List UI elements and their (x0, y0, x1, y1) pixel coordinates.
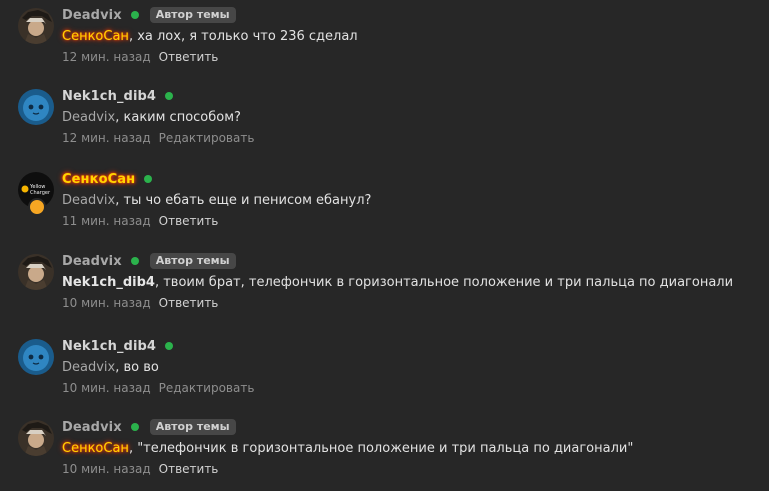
comment-text: СенкоСан, "телефончик в горизонтальное п… (62, 441, 769, 457)
comment-author[interactable]: Deadvix (62, 8, 122, 23)
comment-time[interactable]: 11 мин. назад (62, 214, 151, 228)
mention-link[interactable]: СенкоСан (62, 441, 129, 456)
user-award-icon (28, 198, 46, 216)
online-indicator (130, 257, 139, 265)
reply-button[interactable]: Ответить (159, 214, 219, 228)
avatar[interactable] (18, 8, 54, 44)
avatar[interactable] (18, 339, 54, 375)
comment-message: , ты чо ебать еще и пенисом ебанул? (115, 193, 372, 208)
avatar[interactable] (18, 420, 54, 456)
comment-time[interactable]: 12 мин. назад (62, 131, 151, 145)
comment-author[interactable]: Nek1ch_dib4 (62, 89, 156, 104)
comment-text: СенкоСан, ха лох, я только что 236 сдела… (62, 29, 769, 45)
mention-link[interactable]: Deadvix (62, 360, 115, 375)
edit-button[interactable]: Редактировать (159, 381, 255, 395)
comment-time[interactable]: 10 мин. назад (62, 296, 151, 310)
comment-text: Deadvix, ты чо ебать еще и пенисом ебану… (62, 193, 769, 209)
online-indicator (144, 175, 153, 183)
reply-button[interactable]: Ответить (159, 462, 219, 476)
comment-time[interactable]: 10 мин. назад (62, 462, 151, 476)
comment-message: , каким способом? (115, 110, 241, 125)
edit-button[interactable]: Редактировать (159, 131, 255, 145)
reply-button[interactable]: Ответить (159, 50, 219, 64)
comment-time[interactable]: 10 мин. назад (62, 381, 151, 395)
reply-button[interactable]: Ответить (159, 296, 219, 310)
comment-message: , во во (115, 360, 159, 375)
comment-thread: Deadvix Автор темы СенкоСан, ха лох, я т… (0, 0, 769, 491)
mention-link[interactable]: СенкоСан (62, 29, 129, 44)
mention-link[interactable]: Deadvix (62, 193, 115, 208)
comment-author[interactable]: СенкоСан (62, 172, 135, 187)
comment-time[interactable]: 12 мин. назад (62, 50, 151, 64)
mention-link[interactable]: Nek1ch_dib4 (62, 275, 155, 290)
avatar[interactable] (18, 254, 54, 290)
online-indicator (130, 11, 139, 19)
avatar-logo-line2: Charger (30, 190, 51, 196)
mention-link[interactable]: Deadvix (62, 110, 115, 125)
comment-author[interactable]: Nek1ch_dib4 (62, 339, 156, 354)
online-indicator (165, 92, 174, 100)
comment-text: Deadvix, каким способом? (62, 110, 769, 126)
avatar[interactable] (18, 89, 54, 125)
online-indicator (130, 423, 139, 431)
online-indicator (165, 342, 174, 350)
comment-message: , ха лох, я только что 236 сделал (128, 29, 358, 44)
comment-author[interactable]: Deadvix (62, 254, 122, 269)
comment-text: Deadvix, во во (62, 360, 769, 376)
topic-author-badge: Автор темы (149, 419, 236, 435)
comment-text: Nek1ch_dib4, твоим брат, телефончик в го… (62, 275, 769, 291)
comment-author[interactable]: Deadvix (62, 420, 122, 435)
topic-author-badge: Автор темы (149, 7, 236, 23)
comment-message: , "телефончик в горизонтальное положение… (128, 441, 634, 456)
topic-author-badge: Автор темы (149, 253, 236, 269)
comment-message: , твоим брат, телефончик в горизонтально… (154, 275, 734, 290)
